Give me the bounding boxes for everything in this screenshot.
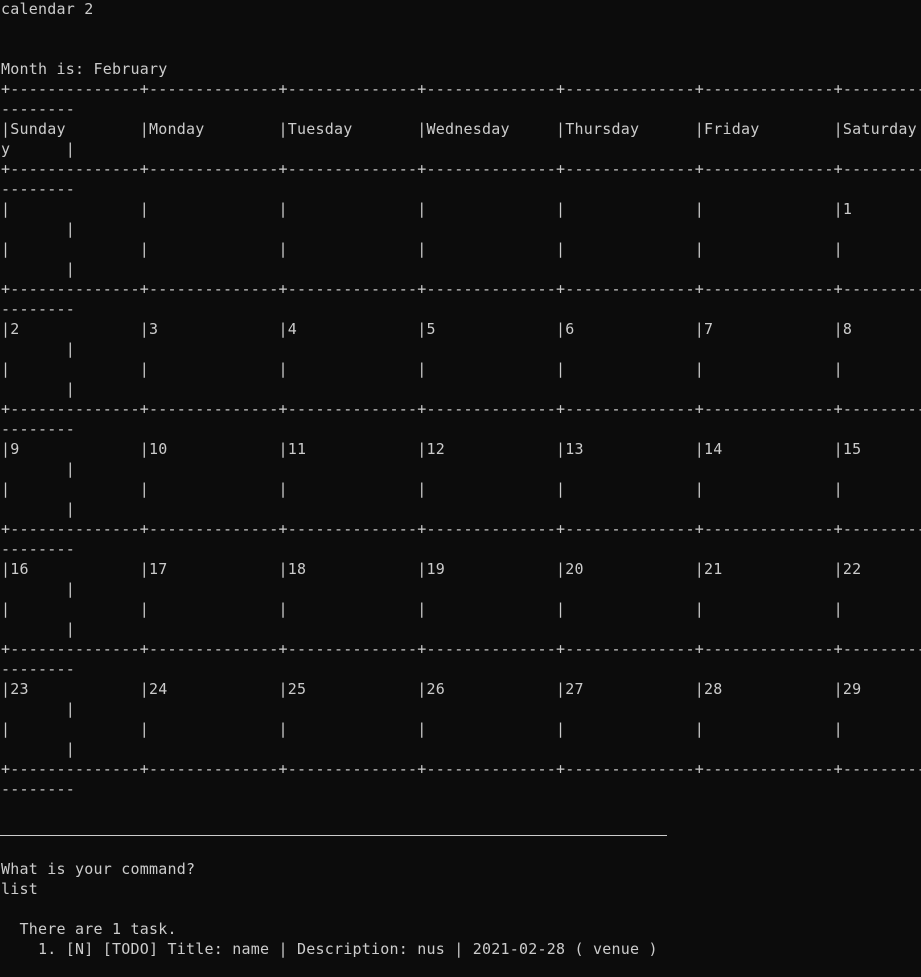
task-list-item: 1. [N] [TODO] Title: name | Description:…: [1, 940, 658, 958]
weekday-header-row: |Sunday |Monday |Tuesday |Wednesday |Thu…: [1, 120, 917, 138]
week-4-dates-wrap: |: [1, 580, 76, 598]
calendar-border-wrap: --------: [1, 300, 76, 318]
week-5-tasks-row: | | | | | | |: [1, 720, 921, 738]
calendar-border-wrap: --------: [1, 100, 76, 118]
terminal-window[interactable]: calendar 2 Month is: February +---------…: [0, 0, 921, 977]
week-3-tasks-wrap: |: [1, 500, 76, 518]
week-3-tasks-row: | | | | | | |: [1, 480, 921, 498]
week-1-dates-row: | | | | | | |1: [1, 200, 921, 218]
week-5-dates-wrap: |: [1, 700, 76, 718]
command-prompt: What is your command?: [1, 860, 196, 878]
calendar-border-wrap: --------: [1, 540, 76, 558]
week-2-tasks-row: | | | | | | |: [1, 360, 921, 378]
week-5-dates-row: |23 |24 |25 |26 |27 |28 |29: [1, 680, 921, 698]
calendar-border: +--------------+--------------+---------…: [1, 280, 921, 298]
calendar-border-wrap: --------: [1, 660, 76, 678]
calendar-border-wrap: --------: [1, 180, 76, 198]
month-heading: Month is: February: [1, 60, 168, 78]
calendar-border-wrap: --------: [1, 780, 76, 798]
week-3-dates-row: |9 |10 |11 |12 |13 |14 |15: [1, 440, 921, 458]
calendar-border: +--------------+--------------+---------…: [1, 80, 921, 98]
calendar-border: +--------------+--------------+---------…: [1, 160, 921, 178]
calendar-border: +--------------+--------------+---------…: [1, 640, 921, 658]
calendar-border: +--------------+--------------+---------…: [1, 520, 921, 538]
week-2-dates-row: |2 |3 |4 |5 |6 |7 |8: [1, 320, 921, 338]
week-1-tasks-wrap: |: [1, 260, 76, 278]
task-count-message: There are 1 task.: [1, 920, 177, 938]
calendar-border: +--------------+--------------+---------…: [1, 760, 921, 778]
week-4-tasks-row: | | | | | | |: [1, 600, 921, 618]
week-5-tasks-wrap: |: [1, 740, 76, 758]
divider-line: [0, 835, 667, 836]
week-3-dates-wrap: |: [1, 460, 76, 478]
week-2-tasks-wrap: |: [1, 380, 76, 398]
week-2-dates-wrap: |: [1, 340, 76, 358]
calendar-border-wrap: --------: [1, 420, 76, 438]
week-1-tasks-row: | | | | | | |: [1, 240, 921, 258]
command-echo: calendar 2: [1, 0, 94, 18]
command-input[interactable]: list: [1, 879, 921, 899]
week-4-tasks-wrap: |: [1, 620, 76, 638]
week-4-dates-row: |16 |17 |18 |19 |20 |21 |22: [1, 560, 921, 578]
week-1-dates-wrap: |: [1, 220, 76, 238]
calendar-border: +--------------+--------------+---------…: [1, 400, 921, 418]
weekday-header-wrap: y |: [1, 140, 76, 158]
